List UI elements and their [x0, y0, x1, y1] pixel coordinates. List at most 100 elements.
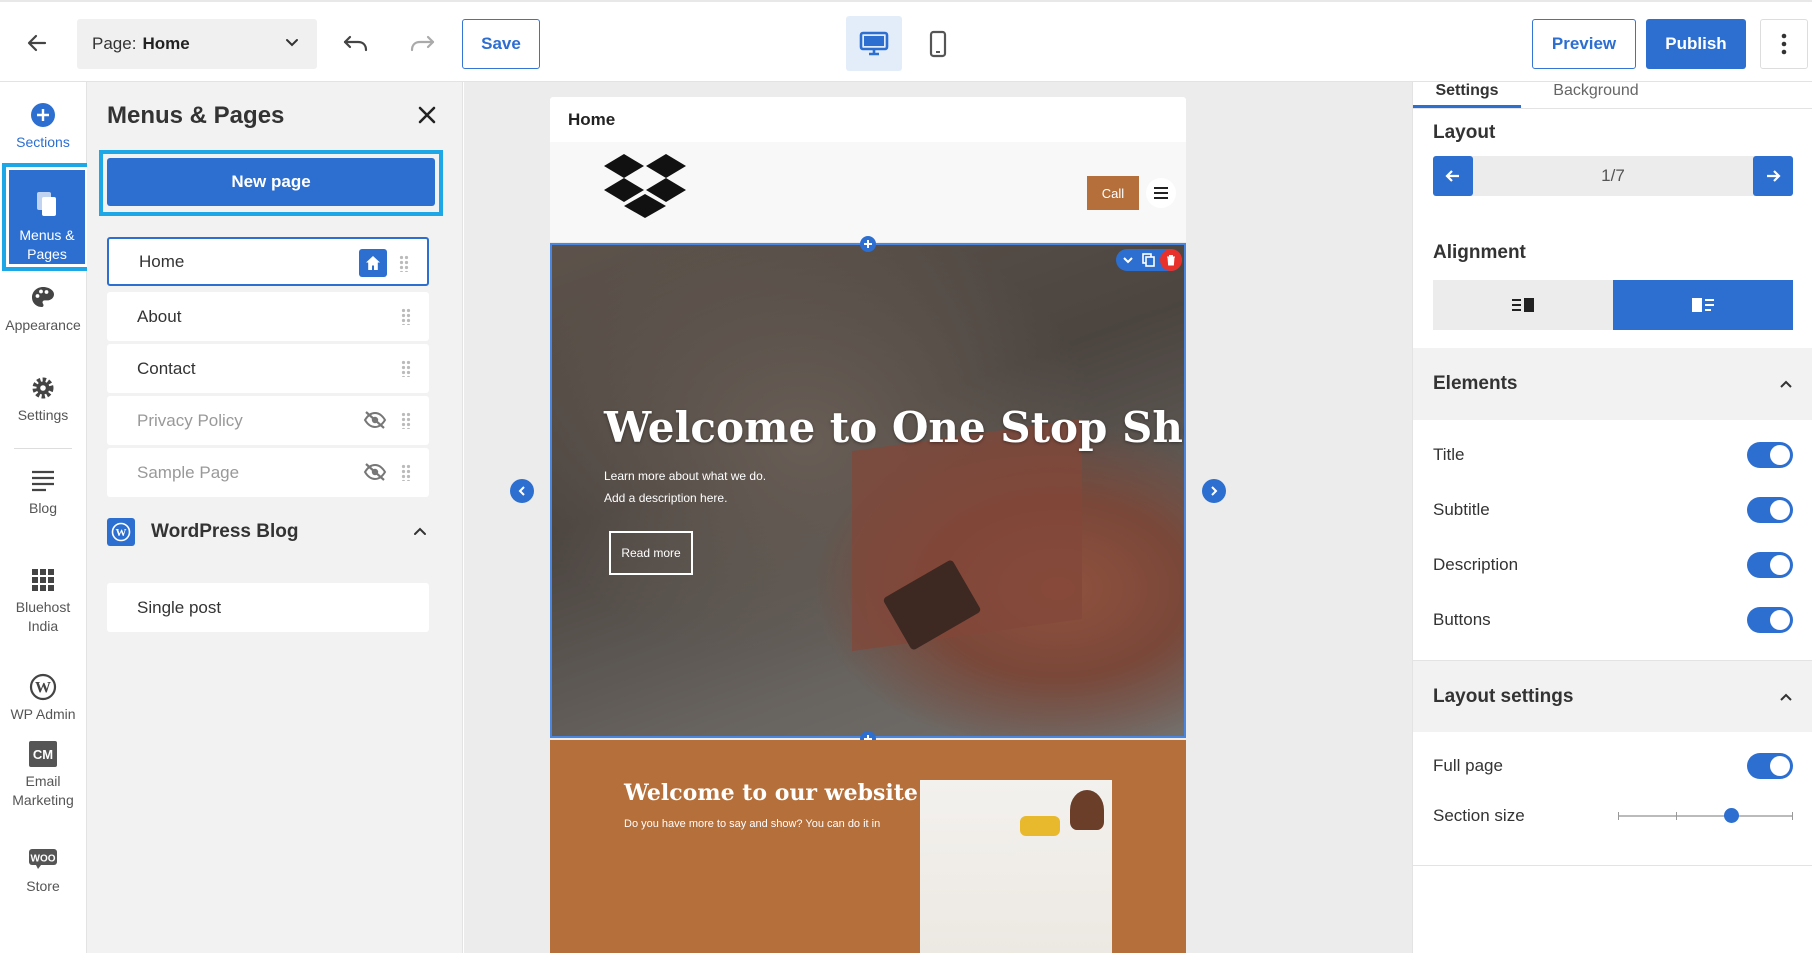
more-options-icon[interactable]: [1760, 19, 1808, 69]
page-row-contact[interactable]: Contact: [107, 344, 429, 393]
slider-knob[interactable]: [1724, 808, 1740, 823]
alignment-label: Alignment: [1433, 242, 1526, 263]
svg-text:CM: CM: [33, 747, 53, 762]
page-row-sample-page[interactable]: Sample Page: [107, 448, 429, 497]
full-page-toggle[interactable]: [1747, 753, 1793, 779]
nav-sections-label: Sections: [16, 134, 70, 150]
description-toggle[interactable]: [1747, 552, 1793, 578]
tabs-divider: [1413, 108, 1812, 109]
pages-icon: [35, 171, 59, 223]
hidden-eye-icon[interactable]: [363, 462, 387, 487]
panel-title: Menus & Pages: [107, 102, 285, 129]
chevron-up-icon: [1777, 375, 1795, 399]
nav-store-label: Store: [26, 878, 60, 894]
nav-store[interactable]: WOO Store: [0, 844, 86, 896]
drag-handle-icon[interactable]: [401, 464, 411, 481]
page-row-privacy-policy[interactable]: Privacy Policy: [107, 396, 429, 445]
nav-settings[interactable]: Settings: [0, 373, 86, 425]
chevron-down-icon[interactable]: [1122, 254, 1134, 266]
hero-read-more-button[interactable]: Read more: [609, 531, 693, 575]
save-button[interactable]: Save: [462, 19, 540, 69]
page-dropdown[interactable]: Page: Home: [77, 19, 317, 69]
redo-icon[interactable]: [403, 24, 441, 62]
page-row-about[interactable]: About: [107, 292, 429, 341]
section-size-row: Section size: [1433, 801, 1793, 831]
nav-blog[interactable]: Blog: [0, 466, 86, 518]
hamburger-menu-icon[interactable]: [1146, 178, 1176, 208]
layout-prev-arrow-icon[interactable]: [1433, 156, 1473, 196]
chevron-up-icon: [1777, 688, 1795, 712]
chevron-up-icon[interactable]: [411, 522, 429, 545]
page-row-home[interactable]: Home: [107, 237, 429, 286]
site-header[interactable]: Call: [550, 142, 1186, 242]
page-title-bar: Home: [550, 97, 1186, 142]
svg-text:W: W: [35, 680, 51, 697]
top-toolbar: Page: Home Save Preview Publish: [0, 0, 1812, 82]
add-section-above-icon[interactable]: [860, 236, 876, 252]
full-page-label: Full page: [1433, 756, 1503, 775]
welcome-section[interactable]: Welcome to our website Do you have more …: [550, 740, 1186, 953]
subtitle-toggle[interactable]: [1747, 497, 1793, 523]
align-left-icon: [1512, 298, 1534, 312]
mobile-view-icon[interactable]: [910, 16, 966, 71]
wordpress-blog-header[interactable]: W WordPress Blog: [107, 516, 429, 548]
duplicate-icon[interactable]: [1142, 253, 1155, 267]
wordpress-blog-label: WordPress Blog: [151, 521, 299, 542]
hero-section[interactable]: Welcome to One Stop Shop Learn more abou…: [550, 243, 1186, 738]
nav-wp-admin-label: WP Admin: [10, 706, 76, 722]
nav-appearance[interactable]: Appearance: [0, 283, 86, 335]
woo-icon: WOO: [28, 844, 58, 874]
call-button[interactable]: Call: [1087, 176, 1139, 210]
nav-bluehost-india-label: Bluehost India: [15, 599, 71, 634]
element-label: Title: [1433, 445, 1465, 464]
title-toggle[interactable]: [1747, 442, 1793, 468]
nav-menus-pages[interactable]: Menus & Pages: [2, 163, 92, 271]
elements-section-header[interactable]: Elements: [1413, 348, 1812, 420]
element-row-subtitle: Subtitle: [1433, 495, 1793, 525]
back-arrow-icon[interactable]: [18, 24, 56, 62]
nav-blog-label: Blog: [28, 500, 58, 516]
drag-handle-icon[interactable]: [401, 412, 411, 429]
hidden-eye-icon[interactable]: [363, 410, 387, 435]
preview-button[interactable]: Preview: [1532, 19, 1636, 69]
delete-icon[interactable]: [1160, 249, 1182, 271]
undo-icon[interactable]: [337, 24, 375, 62]
tab-background[interactable]: Background: [1521, 82, 1671, 100]
nav-settings-label: Settings: [17, 407, 69, 423]
nav-email-marketing[interactable]: CM Email Marketing: [0, 739, 86, 810]
next-layout-icon[interactable]: [1202, 479, 1226, 503]
nav-bluehost-india[interactable]: Bluehost India: [0, 565, 86, 636]
page-row-single-post[interactable]: Single post: [107, 583, 429, 632]
drag-handle-icon[interactable]: [401, 308, 411, 325]
layout-settings-section-header[interactable]: Layout settings: [1413, 660, 1812, 732]
slider-tick-mid: [1676, 812, 1677, 820]
page-row-label: Sample Page: [137, 462, 240, 482]
publish-button[interactable]: Publish: [1646, 19, 1746, 69]
close-icon[interactable]: [411, 99, 443, 131]
nav-wp-admin[interactable]: W WP Admin: [0, 672, 86, 724]
welcome-text: Do you have more to say and show? You ca…: [624, 818, 881, 830]
tab-settings[interactable]: Settings: [1413, 82, 1521, 108]
element-label: Subtitle: [1433, 500, 1490, 519]
align-left-button[interactable]: [1433, 280, 1613, 330]
hero-title: Welcome to One Stop Shop: [604, 403, 1186, 452]
drag-handle-icon[interactable]: [401, 360, 411, 377]
settings-panel: Settings Background Layout 1/7 Alignment…: [1412, 82, 1812, 953]
layout-next-arrow-icon[interactable]: [1753, 156, 1793, 196]
svg-text:W: W: [116, 527, 127, 539]
previous-layout-icon[interactable]: [510, 479, 534, 503]
desktop-view-icon[interactable]: [846, 16, 902, 71]
element-label: Description: [1433, 555, 1519, 574]
wordpress-icon: W: [107, 518, 135, 546]
editor-canvas: Home Call Welcome to One Stop Shop Learn…: [464, 82, 1412, 953]
nav-sections[interactable]: Sections: [0, 100, 86, 152]
section-size-label: Section size: [1433, 806, 1525, 825]
left-navigation: Sections Menus & Pages Appearance Settin…: [0, 82, 92, 953]
gear-icon: [30, 373, 56, 403]
buttons-toggle[interactable]: [1747, 607, 1793, 633]
nav-email-marketing-label: Email Marketing: [12, 773, 74, 808]
new-page-button[interactable]: New page: [107, 158, 435, 206]
drag-handle-icon[interactable]: [399, 255, 409, 272]
align-right-button[interactable]: [1613, 280, 1793, 330]
section-size-slider[interactable]: [1618, 808, 1793, 823]
